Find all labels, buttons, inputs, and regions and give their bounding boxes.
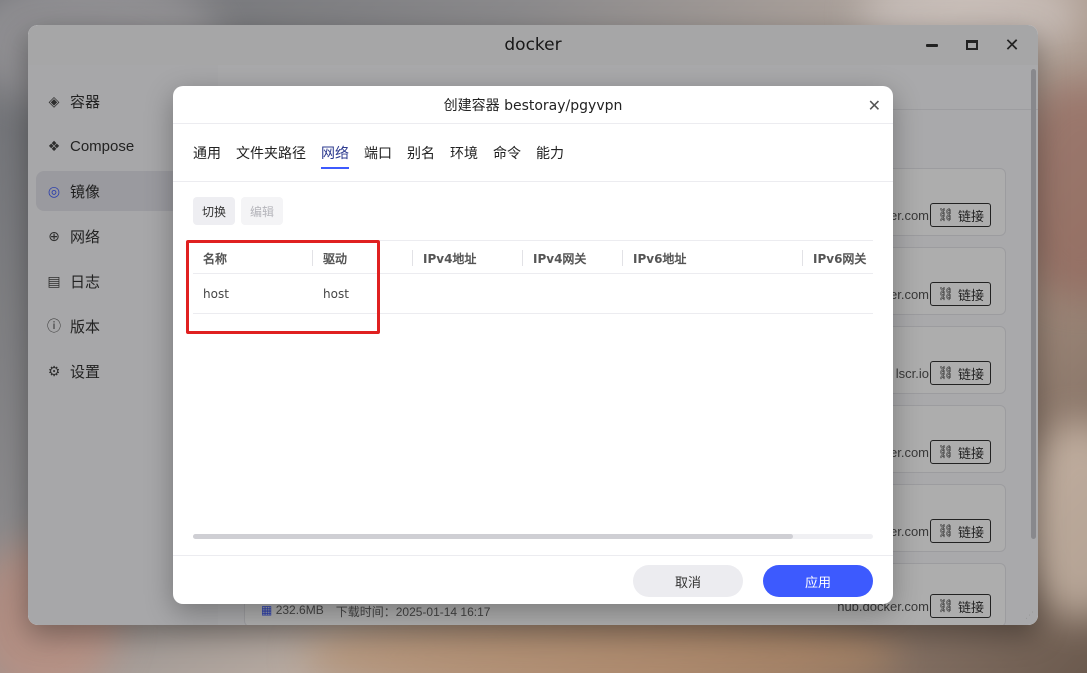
highlight-annotation — [186, 240, 380, 334]
tab-folder-paths[interactable]: 文件夹路径 — [236, 137, 306, 169]
tab-general[interactable]: 通用 — [193, 137, 221, 169]
column-header-ipv6-address[interactable]: IPv6地址 — [633, 241, 686, 275]
horizontal-scrollbar[interactable] — [193, 534, 873, 539]
tab-aliases[interactable]: 别名 — [407, 137, 435, 169]
switch-button[interactable]: 切换 — [193, 197, 236, 225]
column-header-ipv4-address[interactable]: IPv4地址 — [423, 241, 476, 275]
dialog-footer: 取消 应用 — [173, 555, 893, 604]
column-divider — [412, 250, 413, 266]
edit-button[interactable]: 编辑 — [241, 197, 284, 225]
tab-command[interactable]: 命令 — [493, 137, 521, 169]
column-divider — [522, 250, 523, 266]
apply-button[interactable]: 应用 — [763, 565, 873, 597]
close-icon[interactable]: ✕ — [868, 96, 881, 116]
tab-ports[interactable]: 端口 — [364, 137, 392, 169]
cancel-button[interactable]: 取消 — [633, 565, 743, 597]
scrollbar-thumb[interactable] — [193, 534, 793, 539]
network-toolbar: 切换 编辑 — [193, 197, 284, 225]
tab-network[interactable]: 网络 — [321, 137, 349, 169]
tab-capabilities[interactable]: 能力 — [536, 137, 564, 169]
dialog-tabs: 通用 文件夹路径 网络 端口 别名 环境 命令 能力 — [173, 124, 893, 182]
create-container-dialog: 创建容器 bestoray/pgyvpn ✕ 通用 文件夹路径 网络 端口 别名… — [173, 86, 893, 604]
dialog-title: 创建容器 bestoray/pgyvpn — [443, 97, 623, 114]
column-header-ipv6-gateway[interactable]: IPv6网关 — [813, 241, 866, 275]
column-header-ipv4-gateway[interactable]: IPv4网关 — [533, 241, 586, 275]
column-divider — [802, 250, 803, 266]
column-divider — [622, 250, 623, 266]
dialog-header: 创建容器 bestoray/pgyvpn ✕ — [173, 86, 893, 124]
resize-grip-icon[interactable]: ⋰ — [1025, 610, 1034, 621]
tab-environment[interactable]: 环境 — [450, 137, 478, 169]
